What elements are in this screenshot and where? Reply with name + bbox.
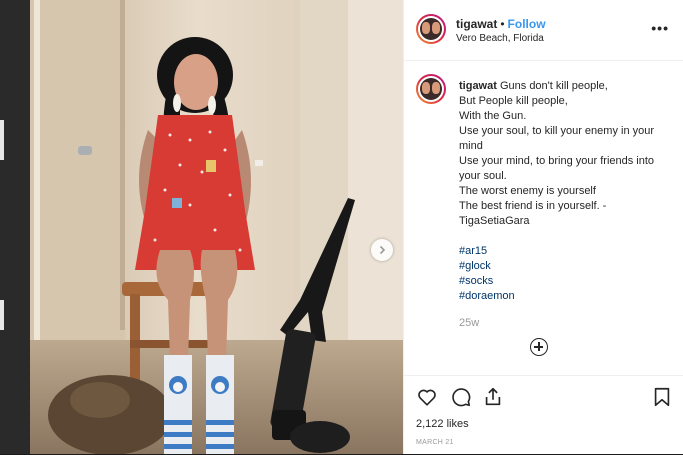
caption-avatar[interactable] (416, 74, 446, 104)
post-header: tigawat • Follow Vero Beach, Florida ••• (404, 0, 683, 61)
post-header-line: tigawat • Follow (456, 17, 546, 31)
location-link[interactable]: Vero Beach, Florida (456, 33, 544, 44)
chevron-right-icon (379, 245, 386, 255)
comment-icon (452, 388, 471, 407)
post-age: 25w (459, 317, 480, 329)
comment-button[interactable] (450, 386, 472, 408)
caption-line: Use your soul, to kill your enemy in you… (459, 125, 655, 152)
more-options-icon[interactable]: ••• (651, 20, 669, 36)
avatar[interactable] (416, 14, 446, 44)
hashtag-link[interactable]: #glock (459, 259, 671, 274)
follow-button[interactable]: Follow (508, 17, 546, 31)
save-button[interactable] (651, 386, 673, 408)
share-button[interactable] (482, 386, 504, 408)
caption-area: tigawat Guns don't kill people, But Peop… (404, 60, 683, 375)
caption-line: The best friend is in yourself. - TigaSe… (459, 200, 607, 227)
post-image[interactable] (30, 0, 403, 454)
photo-illustration (30, 0, 403, 454)
separator: • (500, 17, 505, 31)
hashtag-link[interactable]: #ar15 (459, 244, 671, 259)
caption-text: tigawat Guns don't kill people, But Peop… (459, 79, 671, 304)
username-link[interactable]: tigawat (456, 17, 497, 31)
caption-line: With the Gun. (459, 110, 527, 122)
like-button[interactable] (416, 386, 438, 408)
caption-line: Guns don't kill people, (499, 80, 608, 92)
background-strip (0, 0, 30, 454)
hashtag-link[interactable]: #doraemon (459, 289, 671, 304)
share-icon (485, 387, 501, 406)
hashtag-link[interactable]: #socks (459, 274, 671, 289)
caption-line: Use your mind, to bring your friends int… (459, 155, 655, 182)
bookmark-icon (654, 387, 670, 407)
plus-circle-icon[interactable] (530, 338, 548, 356)
like-count[interactable]: 2,122 likes (416, 418, 469, 430)
action-bar: 2,122 likes MARCH 21 (404, 375, 683, 455)
caption-username[interactable]: tigawat (459, 80, 497, 92)
post-date: MARCH 21 (416, 439, 454, 446)
caption-line: But People kill people, (459, 95, 568, 107)
caption-line: The worst enemy is yourself (459, 185, 596, 197)
heart-icon (418, 389, 436, 406)
next-image-button[interactable] (371, 239, 393, 261)
post-side-panel: tigawat • Follow Vero Beach, Florida ••• t… (403, 0, 683, 454)
